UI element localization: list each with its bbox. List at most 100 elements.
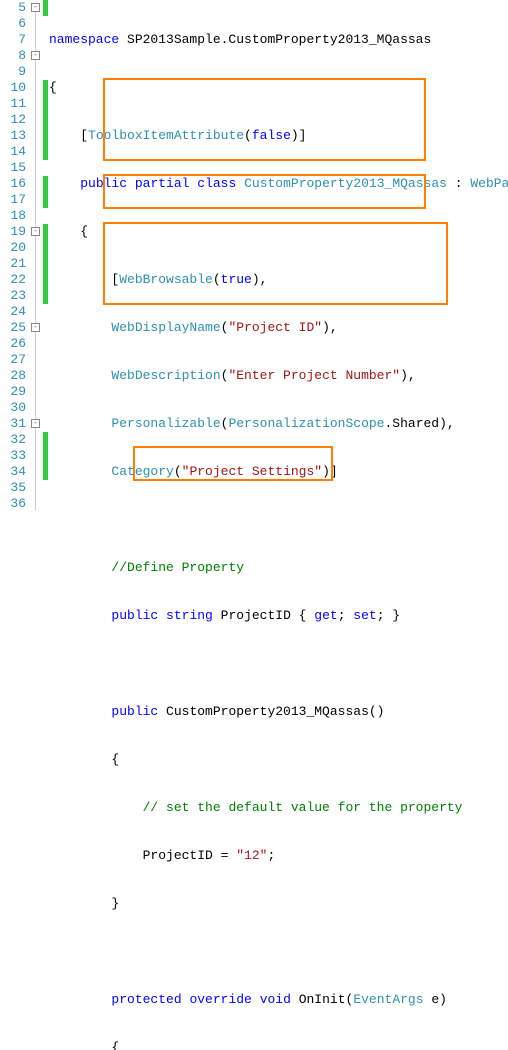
line-number: 18 (0, 208, 26, 224)
line-number: 21 (0, 256, 26, 272)
line-number: 25 (0, 320, 26, 336)
line-number: 22 (0, 272, 26, 288)
code-token: [ (49, 128, 88, 143)
code-token: Personalizable (111, 416, 220, 431)
code-token (49, 464, 111, 479)
line-number: 7 (0, 32, 26, 48)
code-token: { (49, 1040, 119, 1050)
code-token: WebDisplayName (111, 320, 220, 335)
code-token: public (80, 176, 127, 191)
code-editor[interactable]: 5 6 7 8 9 10 11 12 13 14 15 16 17 18 19 … (0, 0, 508, 525)
code-token: PersonalizationScope (228, 416, 384, 431)
code-token: protected (111, 992, 181, 1007)
code-token: )] (291, 128, 307, 143)
code-token: ProjectID { (213, 608, 314, 623)
code-token: ), (400, 368, 416, 383)
line-number: 19 (0, 224, 26, 240)
code-token: { (49, 752, 119, 767)
code-token: ( (174, 464, 182, 479)
code-token: { (49, 80, 57, 95)
line-number: 6 (0, 16, 26, 32)
code-token: "12" (236, 848, 267, 863)
code-token: ToolboxItemAttribute (88, 128, 244, 143)
line-number: 16 (0, 176, 26, 192)
line-number: 13 (0, 128, 26, 144)
code-token: override (189, 992, 251, 1007)
code-token (49, 416, 111, 431)
code-token: )] (322, 464, 338, 479)
code-token: ), (252, 272, 268, 287)
code-token: WebDescription (111, 368, 220, 383)
line-number: 27 (0, 352, 26, 368)
code-token: // set the default value for the propert… (143, 800, 463, 815)
code-token: namespace (49, 32, 119, 47)
line-number: 23 (0, 288, 26, 304)
line-number: 30 (0, 400, 26, 416)
line-number: 32 (0, 432, 26, 448)
fold-toggle-icon[interactable]: - (31, 419, 40, 428)
outline-column: - - - - - (30, 0, 43, 525)
code-token (49, 176, 80, 191)
code-token: //Define Property (111, 560, 244, 575)
code-token: "Enter Project Number" (228, 368, 400, 383)
line-number: 15 (0, 160, 26, 176)
code-token: ProjectID = (49, 848, 236, 863)
code-token: .Shared), (384, 416, 454, 431)
line-number: 9 (0, 64, 26, 80)
line-number: 11 (0, 96, 26, 112)
code-token: false (252, 128, 291, 143)
fold-toggle-icon[interactable]: - (31, 51, 40, 60)
code-token: WebBrowsable (119, 272, 213, 287)
code-token: Category (111, 464, 173, 479)
code-token (49, 800, 143, 815)
code-token: set (353, 608, 376, 623)
code-token: e) (424, 992, 447, 1007)
line-number: 8 (0, 48, 26, 64)
code-token: ( (213, 272, 221, 287)
line-number: 20 (0, 240, 26, 256)
line-number: 36 (0, 496, 26, 512)
code-token (49, 608, 111, 623)
code-token: void (260, 992, 291, 1007)
code-token (49, 560, 111, 575)
line-number: 14 (0, 144, 26, 160)
line-number: 24 (0, 304, 26, 320)
code-token: { (49, 224, 88, 239)
line-number: 26 (0, 336, 26, 352)
code-token: CustomProperty2013_MQassas (244, 176, 447, 191)
line-number: 5 (0, 0, 26, 16)
line-number: 17 (0, 192, 26, 208)
fold-toggle-icon[interactable]: - (31, 3, 40, 12)
code-token: partial (135, 176, 190, 191)
code-token: ; (267, 848, 275, 863)
code-token (49, 704, 111, 719)
code-token: EventArgs (353, 992, 423, 1007)
code-token: OnInit( (291, 992, 353, 1007)
code-token: ), (322, 320, 338, 335)
code-area[interactable]: namespace SP2013Sample.CustomProperty201… (48, 0, 508, 525)
line-number-gutter: 5 6 7 8 9 10 11 12 13 14 15 16 17 18 19 … (0, 0, 30, 525)
code-token: "Project Settings" (182, 464, 322, 479)
line-number: 33 (0, 448, 26, 464)
code-token: class (197, 176, 236, 191)
code-token: WebPart (470, 176, 508, 191)
line-number: 12 (0, 112, 26, 128)
line-number: 29 (0, 384, 26, 400)
line-number: 10 (0, 80, 26, 96)
code-token: SP2013Sample.CustomProperty2013_MQassas (119, 32, 431, 47)
code-token: ; } (377, 608, 400, 623)
code-token: : (447, 176, 470, 191)
code-token (49, 320, 111, 335)
code-token: public (111, 608, 158, 623)
fold-toggle-icon[interactable]: - (31, 227, 40, 236)
fold-toggle-icon[interactable]: - (31, 323, 40, 332)
code-token (49, 368, 111, 383)
line-number: 28 (0, 368, 26, 384)
code-token: [ (49, 272, 119, 287)
code-token: ; (338, 608, 354, 623)
code-token: get (314, 608, 337, 623)
line-number: 31 (0, 416, 26, 432)
code-token: CustomProperty2013_MQassas() (158, 704, 384, 719)
code-token: true (221, 272, 252, 287)
code-token: public (111, 704, 158, 719)
